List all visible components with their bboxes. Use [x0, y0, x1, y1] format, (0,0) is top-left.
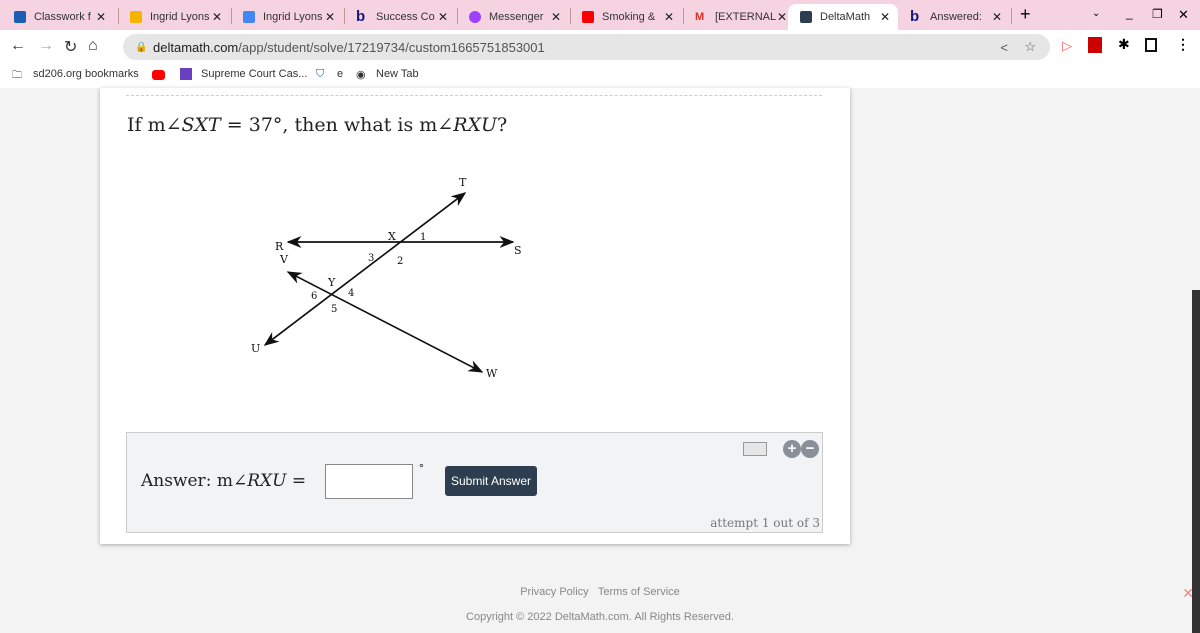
tab-ingrid-slides[interactable]: Ingrid Lyons ✕	[118, 4, 230, 30]
tab-bar: Classwork f ✕ Ingrid Lyons ✕ Ingrid Lyons ✕…	[0, 0, 1200, 30]
close-icon[interactable]: ✕	[880, 10, 890, 24]
close-icon[interactable]: ✕	[551, 10, 561, 24]
answer-label: Answer: m∠RXU =	[141, 471, 307, 491]
label-w: W	[486, 367, 498, 380]
answer-input[interactable]	[325, 464, 413, 499]
close-icon[interactable]: ✕	[438, 10, 448, 24]
new-tab-button[interactable]: +	[1020, 4, 1031, 25]
back-button[interactable]: ←	[10, 37, 26, 55]
keyboard-icon[interactable]	[743, 442, 767, 456]
url-input[interactable]: 🔒 deltamath.com/app/student/solve/172197…	[123, 34, 1050, 60]
bookmark-new-tab[interactable]: New Tab	[376, 68, 419, 80]
lock-icon: 🔒	[135, 41, 148, 53]
share-icon[interactable]: <	[1000, 40, 1008, 55]
close-icon[interactable]: ✕	[777, 10, 787, 24]
tab-search-icon[interactable]: ⌄	[1092, 8, 1100, 19]
submit-answer-button[interactable]: Submit Answer	[445, 466, 537, 496]
bookmark-e[interactable]: e	[337, 68, 343, 80]
copyright: Copyright © 2022 DeltaMath.com. All Righ…	[466, 611, 734, 623]
label-r: R	[275, 240, 284, 253]
attempt-counter: attempt 1 out of 3	[710, 516, 820, 530]
forward-button[interactable]: →	[38, 37, 54, 55]
messenger-icon	[469, 11, 481, 23]
label-u: U	[251, 342, 260, 355]
bookmark-folder[interactable]: sd206.org bookmarks	[33, 68, 139, 80]
tab-messenger[interactable]: Messenger ✕	[457, 4, 569, 30]
close-icon[interactable]: ✕	[96, 10, 106, 24]
geometry-diagram: T X 1 R S V 3 2 Y 6 4 5 U W	[251, 176, 522, 380]
gmail-icon: M	[695, 11, 705, 23]
close-window-button[interactable]: ✕	[1178, 7, 1189, 23]
label-x: X	[388, 230, 396, 243]
close-icon[interactable]: ✕	[325, 10, 335, 24]
bartleby-icon: b	[356, 8, 366, 25]
label-3: 3	[368, 253, 374, 264]
zoom-in-icon[interactable]: +	[783, 440, 801, 458]
acorn-icon: ⛉	[316, 68, 325, 80]
address-bar-row: ← → ↻ ⌂ 🔒 deltamath.com/app/student/solv…	[0, 30, 1200, 62]
label-5: 5	[331, 304, 337, 315]
extension-icon[interactable]: ▷	[1062, 38, 1072, 54]
problem-card: If m∠SXT = 37°, then what is m∠RXU? T X …	[100, 88, 850, 544]
classroom-icon	[14, 11, 26, 23]
bookmark-supreme-court[interactable]: Supreme Court Cas...	[201, 68, 307, 80]
extension-icon[interactable]	[1088, 37, 1102, 53]
privacy-link[interactable]: Privacy Policy	[520, 586, 588, 598]
menu-icon[interactable]: ⋮	[1176, 36, 1190, 53]
tab-success[interactable]: b Success Co ✕	[344, 4, 456, 30]
tab-ingrid-docs[interactable]: Ingrid Lyons ✕	[231, 4, 343, 30]
youtube-icon	[582, 11, 594, 23]
degree-unit: °	[419, 461, 424, 475]
tab-answered[interactable]: b Answered: ✕	[898, 4, 1010, 30]
close-icon[interactable]: ✕	[664, 10, 674, 24]
youtube-icon[interactable]	[152, 70, 165, 80]
label-1: 1	[420, 232, 426, 243]
deltamath-icon	[800, 11, 812, 23]
label-s: S	[514, 244, 522, 257]
zoom-out-icon[interactable]: −	[801, 440, 819, 458]
home-button[interactable]: ⌂	[88, 37, 98, 55]
label-4: 4	[348, 288, 354, 299]
label-y: Y	[327, 276, 336, 289]
page-content: If m∠SXT = 37°, then what is m∠RXU? T X …	[0, 88, 1200, 633]
label-t: T	[459, 176, 467, 189]
docs-icon	[243, 11, 255, 23]
bartleby-icon: b	[910, 8, 920, 25]
folder-icon: 🗀	[12, 70, 22, 81]
tab-youtube[interactable]: Smoking & ✕	[570, 4, 682, 30]
forms-icon	[180, 68, 192, 80]
label-v: V	[279, 253, 289, 266]
tab-deltamath[interactable]: DeltaMath ✕	[788, 4, 898, 30]
reload-button[interactable]: ↻	[64, 37, 77, 57]
close-icon[interactable]: ✕	[212, 10, 222, 24]
globe-icon: ◉	[356, 69, 366, 81]
tab-gmail[interactable]: M [EXTERNAL ✕	[683, 4, 795, 30]
minimize-button[interactable]: _	[1126, 6, 1133, 20]
restore-button[interactable]: ❐	[1152, 7, 1163, 21]
tab-classwork[interactable]: Classwork f ✕	[2, 4, 114, 30]
label-6: 6	[311, 291, 317, 302]
sidepanel-icon[interactable]	[1145, 38, 1157, 52]
slides-icon	[130, 11, 142, 23]
star-icon[interactable]: ☆	[1024, 39, 1036, 55]
label-2: 2	[397, 256, 403, 267]
bookmarks-bar: 🗀 sd206.org bookmarks Supreme Court Cas.…	[0, 62, 1200, 88]
puzzle-icon[interactable]: ✱	[1118, 36, 1130, 53]
close-icon[interactable]: ✕	[992, 10, 1002, 24]
footer-links: Privacy Policy Terms of Service	[0, 586, 1200, 598]
scrollbar[interactable]	[1192, 290, 1200, 633]
terms-link[interactable]: Terms of Service	[598, 586, 680, 598]
answer-panel: Answer: m∠RXU = ° Submit Answer + − atte…	[126, 432, 823, 533]
